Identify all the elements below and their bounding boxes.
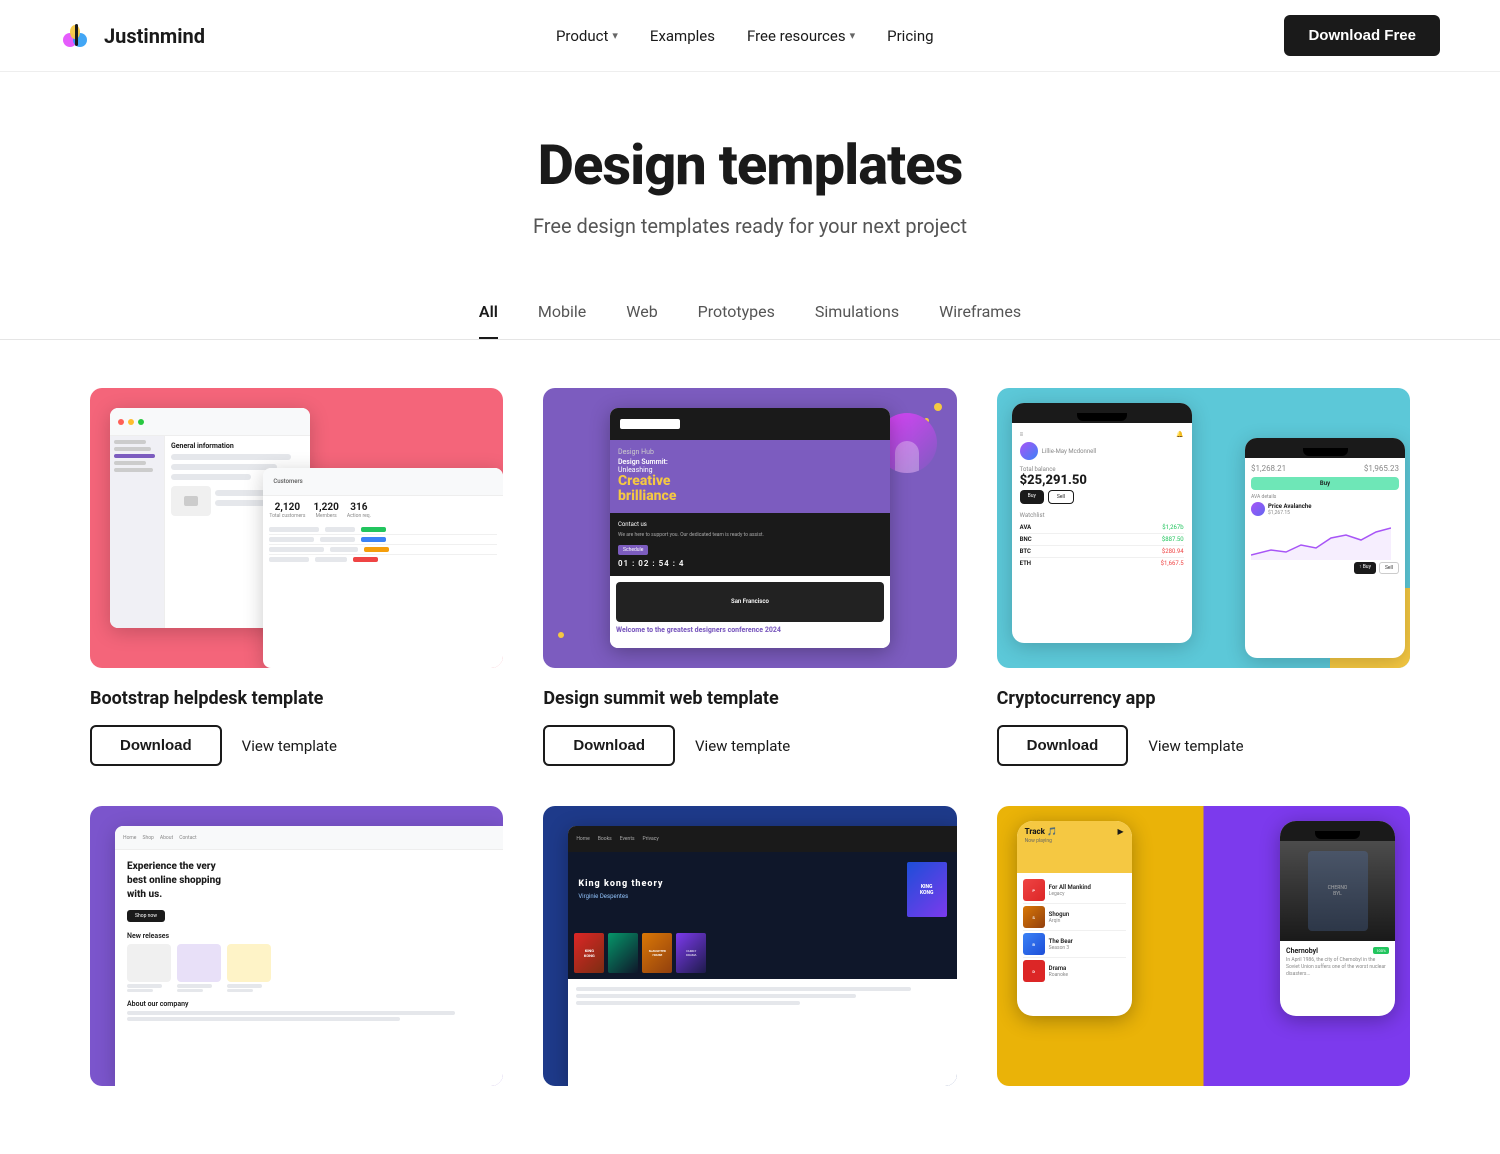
card-image-ecommerce: Home Shop About Contact Experience the v… — [90, 806, 503, 1086]
hero-section: Design templates Free design templates r… — [0, 72, 1500, 278]
chevron-down-icon-2: ▾ — [850, 29, 856, 42]
summit-screen: Design Hub Design Summit: Unleashing Cre… — [610, 408, 890, 648]
crypto-screen-2: $1,268.21 $1,965.23 Buy AVA details Pric… — [1245, 438, 1405, 658]
card-image-book: Home Books Events Privacy King kong theo… — [543, 806, 956, 1086]
crypto-screen-1: ≡ 🔔 Lillie-May Mcdonnell Total balance $… — [1012, 403, 1192, 643]
nav-product[interactable]: Product ▾ — [556, 27, 618, 45]
tab-all[interactable]: All — [479, 302, 498, 339]
download-button-crypto[interactable]: Download — [997, 725, 1129, 766]
chevron-down-icon: ▾ — [612, 29, 618, 42]
template-card-crypto: ≡ 🔔 Lillie-May Mcdonnell Total balance $… — [997, 388, 1410, 766]
view-template-link-summit[interactable]: View template — [695, 737, 790, 755]
card-actions-crypto: Download View template — [997, 725, 1410, 766]
card-image-music: Track 🎵 Now playing ▶ P For All MankindL… — [997, 806, 1410, 1086]
template-card-bootstrap: General information — [90, 388, 503, 766]
template-title-bootstrap: Bootstrap helpdesk template — [90, 688, 503, 709]
logo-text: Justinmind — [104, 24, 205, 48]
hero-subtitle: Free design templates ready for your nex… — [20, 214, 1480, 238]
template-card-summit: Design Hub Design Summit: Unleashing Cre… — [543, 388, 956, 766]
tab-prototypes[interactable]: Prototypes — [698, 302, 775, 339]
logo-icon — [60, 18, 96, 54]
template-title-crypto: Cryptocurrency app — [997, 688, 1410, 709]
card-image-summit: Design Hub Design Summit: Unleashing Cre… — [543, 388, 956, 668]
template-card-book-partial: Home Books Events Privacy King kong theo… — [543, 806, 956, 1106]
card-actions-bootstrap: Download View template — [90, 725, 503, 766]
template-title-summit: Design summit web template — [543, 688, 956, 709]
view-template-link-bootstrap[interactable]: View template — [242, 737, 337, 755]
nav-free-resources[interactable]: Free resources ▾ — [747, 27, 855, 45]
nav-examples[interactable]: Examples — [650, 27, 715, 45]
view-template-link-crypto[interactable]: View template — [1148, 737, 1243, 755]
tab-simulations[interactable]: Simulations — [815, 302, 899, 339]
card-image-bootstrap: General information — [90, 388, 503, 668]
nav-pricing[interactable]: Pricing — [887, 27, 933, 45]
download-free-button[interactable]: Download Free — [1284, 15, 1440, 56]
screen-mockup-2: Customers 2,120 Total customers 1,220 Me… — [263, 468, 503, 668]
navbar: Justinmind Product ▾ Examples Free resou… — [0, 0, 1500, 72]
logo[interactable]: Justinmind — [60, 18, 205, 54]
tab-wireframes[interactable]: Wireframes — [939, 302, 1021, 339]
tab-web[interactable]: Web — [626, 302, 657, 339]
filter-tabs: All Mobile Web Prototypes Simulations Wi… — [0, 278, 1500, 340]
page-title: Design templates — [20, 132, 1480, 198]
card-actions-summit: Download View template — [543, 725, 956, 766]
download-button-bootstrap[interactable]: Download — [90, 725, 222, 766]
template-card-ecommerce-partial: Home Shop About Contact Experience the v… — [90, 806, 503, 1106]
card-image-crypto: ≡ 🔔 Lillie-May Mcdonnell Total balance $… — [997, 388, 1410, 668]
nav-links: Product ▾ Examples Free resources ▾ Pric… — [556, 27, 934, 45]
template-card-music-partial: Track 🎵 Now playing ▶ P For All MankindL… — [997, 806, 1410, 1106]
tab-mobile[interactable]: Mobile — [538, 302, 586, 339]
templates-grid: General information — [30, 340, 1470, 1154]
download-button-summit[interactable]: Download — [543, 725, 675, 766]
